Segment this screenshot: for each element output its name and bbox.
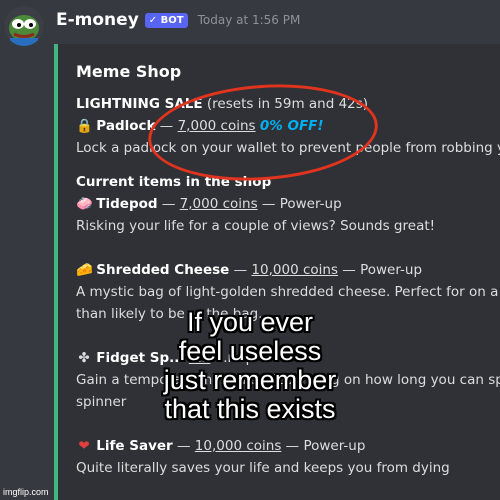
caption-line: If you ever — [186, 307, 314, 337]
caption-line: feel useless — [178, 336, 322, 366]
item-price: 10,000 coins — [194, 438, 282, 454]
meme-caption: If you ever feel useless just remember t… — [100, 308, 400, 424]
item-description: Risking your life for a couple of views?… — [76, 218, 436, 234]
item-name: Life Saver — [96, 438, 173, 454]
bot-badge: ✓ BOT — [144, 12, 188, 28]
separator: — — [285, 438, 300, 454]
separator: — — [342, 262, 356, 278]
item-price: 10,000 coins — [251, 262, 338, 278]
list-item: ❤ Life Saver — 10,000 coins — Power-up — [76, 438, 365, 454]
cheese-icon: 🧀 — [76, 262, 93, 278]
item-price: 7,000 coins — [179, 196, 258, 212]
list-item: 🧀 Shredded Cheese — 10,000 coins — Power… — [76, 262, 422, 278]
watermark: imgflip.com — [3, 487, 49, 497]
item-description: Quite literally saves your life and keep… — [76, 460, 450, 476]
list-item: 🧼 Tidepod — 7,000 coins — Power-up — [76, 196, 342, 212]
timestamp: Today at 1:56 PM — [197, 13, 301, 27]
item-description: A mystic bag of light-golden shredded ch… — [76, 284, 500, 300]
separator: — — [261, 196, 276, 212]
sale-item-name: Padlock — [96, 118, 156, 134]
item-category: Power-up — [279, 196, 342, 212]
item-name: Shredded Cheese — [96, 262, 230, 278]
item-category: Power-up — [303, 438, 366, 454]
caption-line: just remember — [163, 365, 337, 395]
heart-icon: ❤ — [78, 438, 90, 454]
padlock-icon: 🔒 — [76, 118, 93, 134]
item-category: Power-up — [360, 262, 423, 278]
username[interactable]: E-money — [56, 10, 139, 30]
avatar[interactable] — [4, 6, 44, 46]
embed-title: Meme Shop — [76, 62, 182, 81]
pepe-avatar-icon — [9, 15, 39, 46]
separator: — — [161, 196, 176, 212]
item-name: Tidepod — [96, 196, 158, 212]
caption-line: that this exists — [164, 394, 336, 424]
separator: — — [233, 262, 248, 278]
separator: — — [177, 438, 191, 454]
tidepod-icon: 🧼 — [76, 196, 93, 212]
fidget-spinner-icon: ✤ — [78, 350, 90, 366]
message-header: E-money ✓ BOT Today at 1:56 PM — [56, 10, 300, 30]
